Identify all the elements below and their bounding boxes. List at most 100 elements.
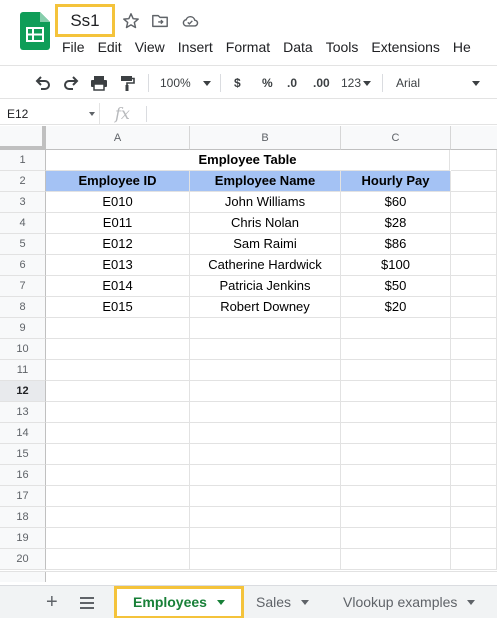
empty-cell[interactable] <box>451 486 497 507</box>
menu-view[interactable]: View <box>135 38 165 56</box>
column-header-c[interactable]: C <box>341 126 451 150</box>
empty-cell[interactable] <box>190 360 341 381</box>
row-header[interactable]: 11 <box>0 360 46 381</box>
empty-cell[interactable] <box>341 549 451 570</box>
empty-cell[interactable] <box>451 213 497 234</box>
redo-button[interactable] <box>62 66 80 100</box>
cloud-status-icon[interactable] <box>181 12 199 30</box>
empty-cell[interactable] <box>451 276 497 297</box>
menu-format[interactable]: Format <box>226 38 270 56</box>
table-cell[interactable]: $28 <box>341 213 451 234</box>
formula-input[interactable] <box>152 103 497 125</box>
row-header[interactable]: 14 <box>0 423 46 444</box>
decrease-decimal-button[interactable]: .0 <box>287 66 297 100</box>
menu-edit[interactable]: Edit <box>98 38 122 56</box>
row-header[interactable]: 5 <box>0 234 46 255</box>
empty-cell[interactable] <box>451 549 497 570</box>
undo-button[interactable] <box>34 66 52 100</box>
empty-cell[interactable] <box>190 486 341 507</box>
sheet-tab-vlookup-examples[interactable]: Vlookup examples <box>343 586 476 618</box>
table-cell[interactable]: E014 <box>46 276 190 297</box>
table-header-cell[interactable]: Employee ID <box>46 171 190 192</box>
empty-cell[interactable] <box>341 423 451 444</box>
empty-cell[interactable] <box>451 465 497 486</box>
menu-insert[interactable]: Insert <box>178 38 213 56</box>
table-cell[interactable]: $20 <box>341 297 451 318</box>
empty-cell[interactable] <box>190 402 341 423</box>
empty-cell[interactable] <box>451 423 497 444</box>
empty-cell[interactable] <box>190 528 341 549</box>
empty-cell[interactable] <box>190 381 341 402</box>
row-header[interactable]: 10 <box>0 339 46 360</box>
empty-cell[interactable] <box>341 402 451 423</box>
row-header[interactable]: 16 <box>0 465 46 486</box>
empty-cell[interactable] <box>451 297 497 318</box>
sheet-tab-employees[interactable]: Employees <box>114 586 244 618</box>
empty-cell[interactable] <box>451 528 497 549</box>
empty-cell[interactable] <box>451 339 497 360</box>
table-title-cell[interactable]: Employee Table <box>46 150 450 171</box>
column-header-d[interactable] <box>451 126 497 150</box>
number-format-select[interactable]: 123 <box>341 66 372 100</box>
empty-cell[interactable] <box>451 444 497 465</box>
sheet-tab-sales[interactable]: Sales <box>256 586 310 618</box>
empty-cell[interactable] <box>190 444 341 465</box>
table-cell[interactable]: Sam Raimi <box>190 234 341 255</box>
currency-format-button[interactable]: $ <box>234 66 241 100</box>
row-header[interactable]: 3 <box>0 192 46 213</box>
row-header[interactable]: 6 <box>0 255 46 276</box>
zoom-select[interactable]: 100% <box>160 66 211 100</box>
empty-cell[interactable] <box>451 507 497 528</box>
row-header[interactable]: 9 <box>0 318 46 339</box>
empty-cell[interactable] <box>451 402 497 423</box>
empty-cell[interactable] <box>190 318 341 339</box>
empty-cell[interactable] <box>46 507 190 528</box>
column-header-b[interactable]: B <box>190 126 341 150</box>
row-header[interactable]: 15 <box>0 444 46 465</box>
empty-cell[interactable] <box>46 465 190 486</box>
table-cell[interactable]: $60 <box>341 192 451 213</box>
font-family-select[interactable]: Arial <box>396 66 481 100</box>
row-header[interactable]: 20 <box>0 549 46 570</box>
empty-cell[interactable] <box>341 339 451 360</box>
paint-format-button[interactable] <box>118 66 136 100</box>
select-all-corner[interactable] <box>0 126 46 150</box>
table-cell[interactable]: John Williams <box>190 192 341 213</box>
empty-cell[interactable] <box>341 507 451 528</box>
row-header[interactable]: 7 <box>0 276 46 297</box>
empty-cell[interactable] <box>46 339 190 360</box>
empty-cell[interactable] <box>341 360 451 381</box>
row-header[interactable]: 13 <box>0 402 46 423</box>
increase-decimal-button[interactable]: .00 <box>313 66 330 100</box>
row-header[interactable]: 1 <box>0 150 46 171</box>
menu-data[interactable]: Data <box>283 38 313 56</box>
empty-cell[interactable] <box>46 318 190 339</box>
table-cell[interactable]: $86 <box>341 234 451 255</box>
empty-cell[interactable] <box>46 486 190 507</box>
percent-format-button[interactable]: % <box>262 66 273 100</box>
table-cell[interactable]: $50 <box>341 276 451 297</box>
table-cell[interactable]: $100 <box>341 255 451 276</box>
table-cell[interactable]: Catherine Hardwick <box>190 255 341 276</box>
sheets-logo-icon[interactable] <box>20 12 50 50</box>
empty-cell[interactable] <box>451 318 497 339</box>
empty-cell[interactable] <box>451 360 497 381</box>
empty-cell[interactable] <box>46 549 190 570</box>
document-title[interactable]: Ss1 <box>55 4 115 37</box>
table-cell[interactable]: E015 <box>46 297 190 318</box>
add-sheet-button[interactable]: + <box>46 592 58 612</box>
star-icon[interactable] <box>122 12 140 30</box>
empty-cell[interactable] <box>190 339 341 360</box>
empty-cell[interactable] <box>46 423 190 444</box>
menu-file[interactable]: File <box>62 38 85 56</box>
empty-cell[interactable] <box>451 171 497 192</box>
empty-cell[interactable] <box>341 465 451 486</box>
empty-cell[interactable] <box>341 444 451 465</box>
empty-cell[interactable] <box>341 318 451 339</box>
empty-cell[interactable] <box>190 465 341 486</box>
menu-extensions[interactable]: Extensions <box>371 38 439 56</box>
empty-cell[interactable] <box>451 234 497 255</box>
empty-cell[interactable] <box>341 528 451 549</box>
menu-tools[interactable]: Tools <box>326 38 359 56</box>
empty-cell[interactable] <box>46 528 190 549</box>
